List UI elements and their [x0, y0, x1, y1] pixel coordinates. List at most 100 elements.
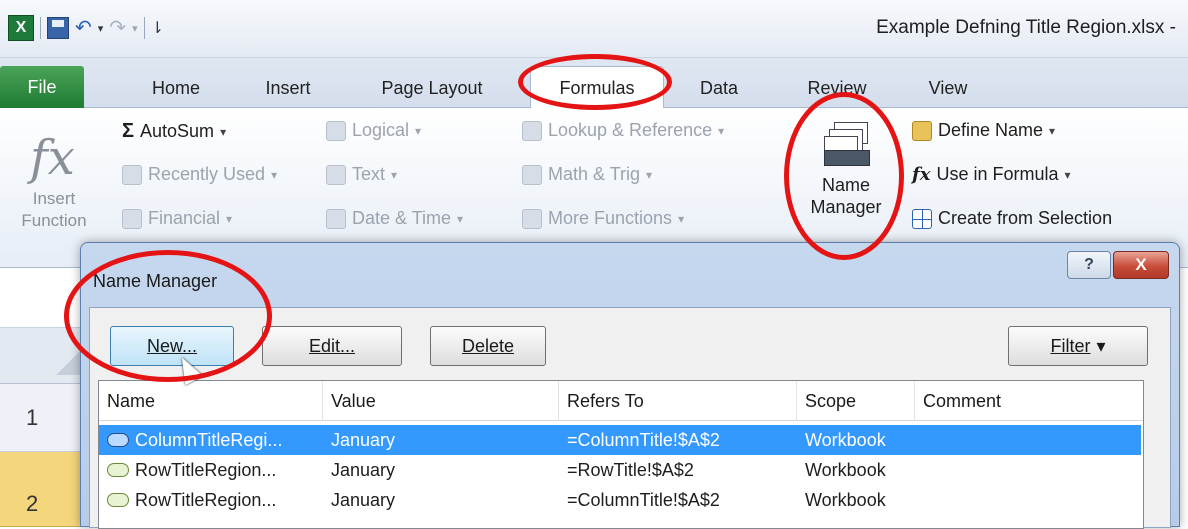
column-header-comment[interactable]: Comment [915, 381, 1143, 421]
chevron-down-icon: ▾ [678, 211, 685, 226]
tab-view[interactable]: View [916, 68, 980, 108]
redo-icon[interactable]: ↷ [109, 17, 126, 39]
dialog-title: Name Manager [93, 271, 218, 291]
magnifier-book-icon [522, 120, 542, 141]
defined-name-icon [107, 463, 129, 477]
recently-used-label: Recently Used [148, 164, 266, 184]
tab-data[interactable]: Data [684, 68, 754, 108]
grid-selection-icon [912, 208, 932, 229]
list-header: Name Value Refers To Scope Comment [99, 381, 1143, 421]
card-file-icon [824, 122, 870, 166]
theta-book-icon [522, 164, 542, 185]
filter-button[interactable]: Filter ▾ [1008, 326, 1148, 366]
save-icon[interactable] [47, 17, 69, 39]
text-button[interactable]: Text ▾ [326, 164, 397, 185]
logical-book-icon [326, 120, 346, 141]
new-button[interactable]: New... [110, 326, 234, 366]
tab-formulas[interactable]: Formulas [530, 66, 664, 109]
logical-label: Logical [352, 120, 410, 140]
chevron-down-icon: ▾ [391, 167, 398, 182]
chevron-down-icon: ▾ [271, 167, 278, 182]
edit-button[interactable]: Edit... [262, 326, 402, 366]
defined-name-icon [107, 433, 129, 447]
financial-book-icon [122, 208, 142, 229]
chevron-down-icon: ▾ [457, 211, 464, 226]
chevron-down-icon: ▾ [1064, 167, 1071, 182]
value-cell: January [331, 429, 396, 450]
delete-button-label: Delete [461, 335, 515, 356]
list-item[interactable]: RowTitleRegion... January =ColumnTitle!$… [99, 485, 1143, 515]
tab-page-layout[interactable]: Page Layout [362, 68, 502, 108]
excel-app-icon[interactable]: X [8, 15, 34, 41]
chevron-down-icon: ▾ [226, 211, 233, 226]
undo-dropdown-icon[interactable]: ▾ [98, 22, 104, 35]
financial-label: Financial [148, 208, 221, 228]
list-item[interactable]: RowTitleRegion... January =RowTitle!$A$2… [99, 455, 1143, 485]
filter-button-label: Filter [1050, 335, 1091, 356]
clock-book-icon [326, 208, 346, 229]
chevron-down-icon: ▾ [1049, 123, 1056, 138]
qat-separator [143, 17, 145, 39]
scope-cell: Workbook [805, 429, 886, 450]
chevron-down-icon: ▾ [220, 124, 227, 139]
name-cell: RowTitleRegion... [107, 455, 276, 485]
define-name-icon [912, 120, 932, 141]
text-book-icon [326, 164, 346, 185]
chevron-down-icon: ▾ [1096, 335, 1106, 356]
math-trig-button[interactable]: Math & Trig ▾ [522, 164, 652, 185]
tab-review[interactable]: Review [794, 68, 880, 108]
text-label: Text [352, 164, 386, 184]
defined-name-icon [107, 493, 129, 507]
lookup-reference-button[interactable]: Lookup & Reference ▾ [522, 120, 724, 141]
column-header-value[interactable]: Value [323, 381, 559, 421]
list-item[interactable]: ColumnTitleRegi... January =ColumnTitle!… [99, 425, 1141, 455]
row-header-2[interactable]: 2 [0, 452, 90, 527]
edit-button-label: Edit... [308, 335, 356, 356]
more-functions-button[interactable]: More Functions ▾ [522, 208, 684, 229]
scope-cell: Workbook [805, 489, 886, 510]
create-from-selection-button[interactable]: Create from Selection [912, 208, 1112, 229]
name-manager-dialog: Name Manager ? X New... Edit... Delete F… [80, 242, 1180, 529]
column-header-name[interactable]: Name [99, 381, 323, 421]
insert-function-icon: fx [30, 130, 75, 186]
title-bar: X ↶ ▾ ↷ ▾ ⇂ Example Defning Title Region… [0, 0, 1188, 58]
select-all-corner[interactable] [0, 328, 90, 384]
name-box-area [0, 268, 90, 328]
row-header-1[interactable]: 1 [0, 384, 90, 452]
fx-icon: fx [912, 164, 931, 185]
name-manager-button[interactable]: Name Manager [804, 122, 888, 246]
names-list[interactable]: Name Value Refers To Scope Comment Colum… [98, 380, 1144, 529]
dialog-body: New... Edit... Delete Filter ▾ Name Valu… [89, 307, 1171, 529]
date-time-label: Date & Time [352, 208, 452, 228]
value-cell: January [331, 459, 396, 480]
redo-dropdown-icon[interactable]: ▾ [132, 22, 138, 35]
more-functions-label: More Functions [548, 208, 673, 228]
refers-to-cell: =ColumnTitle!$A$2 [567, 489, 720, 510]
tab-insert[interactable]: Insert [246, 68, 330, 108]
help-button[interactable]: ? [1067, 251, 1111, 279]
tab-home[interactable]: Home [130, 68, 222, 108]
column-header-scope[interactable]: Scope [797, 381, 915, 421]
financial-button[interactable]: Financial ▾ [122, 208, 232, 229]
define-name-button[interactable]: Define Name ▾ [912, 120, 1055, 141]
autosum-button[interactable]: Σ AutoSum ▾ [122, 120, 226, 143]
customize-qat-icon[interactable]: ⇂ [151, 18, 164, 38]
date-time-button[interactable]: Date & Time ▾ [326, 208, 463, 229]
quick-access-toolbar: X ↶ ▾ ↷ ▾ ⇂ [8, 14, 164, 42]
delete-button[interactable]: Delete [430, 326, 546, 366]
window-title: Example Defning Title Region.xlsx - [876, 17, 1176, 38]
logical-button[interactable]: Logical ▾ [326, 120, 421, 141]
scope-cell: Workbook [805, 459, 886, 480]
name-manager-label-line1: Name [821, 175, 870, 195]
close-button[interactable]: X [1113, 251, 1169, 279]
name-manager-label-line2: Manager [810, 197, 882, 217]
undo-icon[interactable]: ↶ [75, 17, 92, 39]
autosum-label: AutoSum [140, 121, 215, 141]
recently-used-button[interactable]: Recently Used ▾ [122, 164, 277, 185]
lookup-reference-label: Lookup & Reference [548, 120, 713, 140]
define-name-label: Define Name [938, 120, 1044, 140]
use-in-formula-button[interactable]: fx Use in Formula ▾ [912, 164, 1071, 185]
use-in-formula-label: Use in Formula [936, 164, 1059, 184]
column-header-refers-to[interactable]: Refers To [559, 381, 797, 421]
tab-file[interactable]: File [0, 66, 84, 108]
